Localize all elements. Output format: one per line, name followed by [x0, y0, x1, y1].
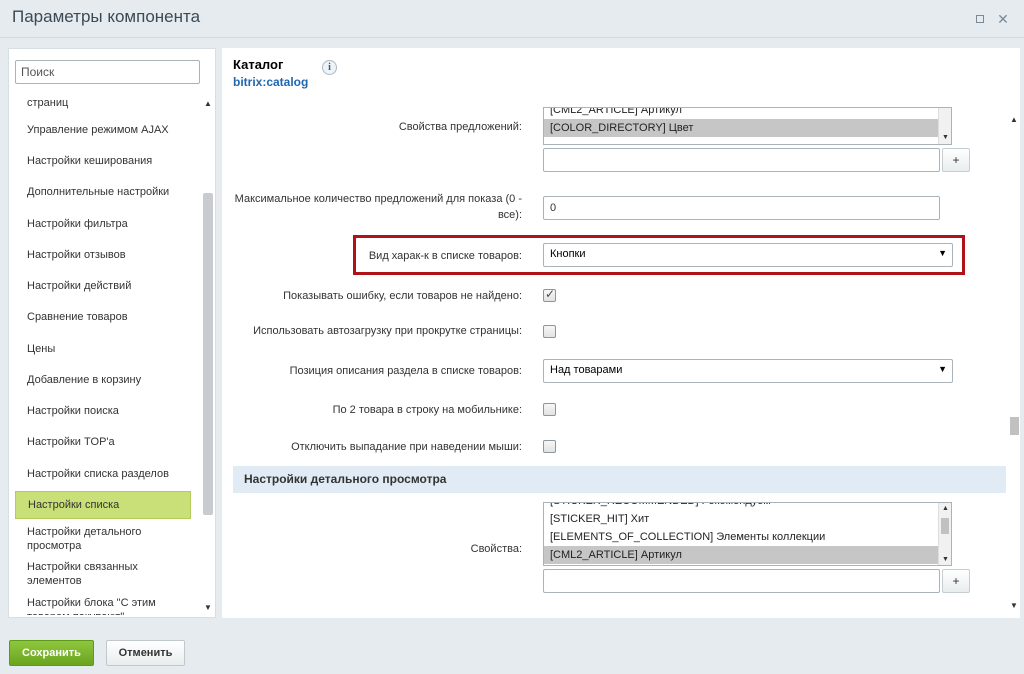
section-desc-label: Позиция описания раздела в списке товаро…: [289, 365, 522, 377]
sidebar-item-pages[interactable]: страниц: [15, 95, 191, 111]
show-error-checkbox[interactable]: ✓: [543, 287, 556, 302]
save-button[interactable]: Сохранить: [9, 640, 94, 666]
sidebar-item-prices[interactable]: Цены: [15, 341, 191, 357]
list-item[interactable]: [ELEMENTS_OF_COLLECTION] Элементы коллек…: [544, 528, 951, 546]
section-desc-value: Над товарами: [550, 364, 623, 376]
sidebar-item-list-settings[interactable]: Настройки списка: [15, 491, 191, 519]
info-icon[interactable]: i: [322, 60, 337, 75]
sidebar-item-cache[interactable]: Настройки кеширования: [15, 153, 191, 169]
chevron-down-icon: ▼: [938, 248, 947, 258]
sidebar-item-section-list[interactable]: Настройки списка разделов: [15, 466, 191, 482]
detail-props-multiselect[interactable]: [STICKER_RECOMMENDED] Рекомендуем [STICK…: [543, 502, 952, 566]
autoload-label: Использовать автозагрузку при прокрутке …: [253, 325, 522, 337]
props-view-value: Кнопки: [550, 248, 586, 260]
scroll-down-icon[interactable]: ▼: [942, 134, 949, 141]
list-item[interactable]: [CML2_ARTICLE] Артикул: [544, 546, 951, 564]
scrollbar-thumb[interactable]: [1010, 417, 1019, 435]
cancel-button[interactable]: Отменить: [106, 640, 185, 666]
main-scrollbar[interactable]: ▲ ▼: [1008, 107, 1020, 615]
sidebar-scrollbar[interactable]: ▲ ▼: [201, 93, 215, 615]
settings-form: Свойства предложений: [CML2_ARTICLE] Арт…: [222, 107, 1006, 615]
props-view-label: Вид харак-к в списке товаров:: [368, 250, 522, 262]
sidebar-item-detail[interactable]: Настройки детального просмотра: [15, 524, 191, 554]
section-desc-select[interactable]: Над товарами ▼: [543, 359, 953, 383]
show-error-label: Показывать ошибку, если товаров не найде…: [283, 290, 522, 302]
sidebar-item-basket[interactable]: Добавление в корзину: [15, 372, 191, 388]
list-item[interactable]: [STICKER_RECOMMENDED] Рекомендуем: [544, 503, 951, 510]
add-detail-prop-button[interactable]: +: [942, 569, 970, 593]
props-view-select[interactable]: Кнопки ▼: [543, 243, 953, 267]
main-panel: Каталог i bitrix:catalog Свойства предло…: [222, 48, 1020, 618]
offer-props-label: Свойства предложений:: [398, 121, 522, 133]
scroll-down-icon[interactable]: ▼: [204, 603, 212, 612]
component-code: bitrix:catalog: [233, 75, 309, 89]
window-title: Параметры компонента: [12, 7, 201, 26]
sidebar-item-search[interactable]: Настройки поиска: [15, 403, 191, 419]
scroll-up-icon[interactable]: ▲: [942, 505, 949, 512]
list-item[interactable]: [CML2_ARTICLE] Артикул: [544, 108, 951, 119]
scroll-up-icon[interactable]: ▲: [204, 99, 212, 108]
scroll-down-icon[interactable]: ▼: [1010, 601, 1018, 610]
search-input[interactable]: [15, 60, 200, 84]
sidebar-item-reviews[interactable]: Настройки отзывов: [15, 247, 191, 263]
close-icon[interactable]: ✕: [996, 12, 1010, 26]
offer-props-multiselect[interactable]: [CML2_ARTICLE] Артикул [COLOR_DIRECTORY]…: [543, 107, 952, 145]
max-offers-field[interactable]: [543, 196, 940, 220]
detail-section-title: Настройки детального просмотра: [244, 472, 447, 486]
sidebar-item-additional[interactable]: Дополнительные настройки: [15, 184, 191, 200]
disable-hover-checkbox[interactable]: [543, 440, 556, 453]
scrollbar-thumb[interactable]: [941, 518, 949, 534]
sidebar-item-filter[interactable]: Настройки фильтра: [15, 216, 191, 232]
scroll-down-icon[interactable]: ▼: [942, 556, 949, 563]
sidebar-item-bought-together[interactable]: Настройки блока "С этим товаром покупают…: [15, 594, 191, 615]
two-per-row-checkbox[interactable]: [543, 403, 556, 416]
disable-hover-label: Отключить выпадание при наведении мыши:: [291, 441, 522, 453]
detail-section-header[interactable]: Настройки детального просмотра: [233, 466, 1006, 493]
add-offer-prop-button[interactable]: +: [942, 148, 970, 172]
sidebar-item-top[interactable]: Настройки TOP'а: [15, 434, 191, 450]
dialog-footer: Сохранить Отменить: [0, 626, 1024, 674]
sidebar-list: страниц Управление режимом AJAX Настройк…: [9, 93, 201, 615]
sidebar-item-compare[interactable]: Сравнение товаров: [15, 309, 191, 325]
scrollbar-thumb[interactable]: [203, 193, 213, 515]
window-titlebar: Параметры компонента ✕: [0, 0, 1024, 38]
max-offers-label: Максимальное количество предложений для …: [234, 193, 522, 221]
scroll-up-icon[interactable]: ▲: [1010, 115, 1018, 124]
list-item[interactable]: [COLOR_DIRECTORY] Цвет: [544, 119, 951, 137]
maximize-icon[interactable]: [973, 12, 987, 26]
sidebar-item-related[interactable]: Настройки связанных элементов: [15, 559, 191, 589]
detail-props-new-field[interactable]: [543, 569, 940, 593]
detail-props-label: Свойства:: [470, 543, 522, 555]
list-scrollbar[interactable]: ▲ ▼: [938, 503, 951, 565]
component-name: Каталог: [233, 57, 284, 72]
check-icon: ✓: [545, 287, 556, 301]
sidebar: страниц Управление режимом AJAX Настройк…: [8, 48, 216, 618]
sidebar-item-ajax[interactable]: Управление режимом AJAX: [15, 122, 191, 138]
autoload-checkbox[interactable]: [543, 325, 556, 338]
sidebar-item-actions[interactable]: Настройки действий: [15, 278, 191, 294]
chevron-down-icon: ▼: [938, 364, 947, 374]
two-per-row-label: По 2 товара в строку на мобильнике:: [332, 404, 522, 416]
list-item[interactable]: [STICKER_HIT] Хит: [544, 510, 951, 528]
offer-props-new-field[interactable]: [543, 148, 940, 172]
list-scrollbar[interactable]: ▼: [938, 108, 951, 144]
